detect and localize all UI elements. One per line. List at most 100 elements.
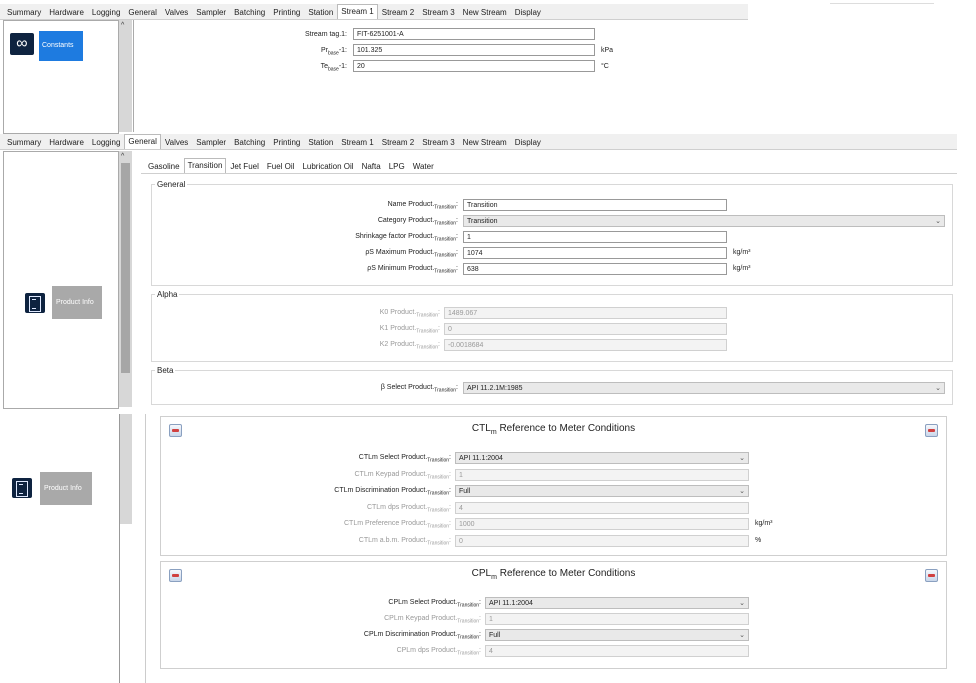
tab-station[interactable]: Station [304,5,337,19]
tab-logging[interactable]: Logging [88,135,124,149]
ctl-row-field[interactable]: Full ⌄ [455,485,749,497]
cpl-row-label-text: CPLm Select Product. [388,599,458,606]
tab-printing[interactable]: Printing [269,135,304,149]
tab-stream-3[interactable]: Stream 3 [418,5,458,19]
ctl-row-label-text: CTLm Select Product. [358,454,428,461]
product-chip-icon [12,478,32,498]
ctl-row-value: 0 [459,537,463,545]
top-content-divider [133,20,134,132]
ctl-row-label-sub: Transition [427,490,450,497]
general-row-field[interactable]: Transition ⌄ [463,215,945,227]
tab-printing[interactable]: Printing [269,5,304,19]
tab-lubrication-oil[interactable]: Lubrication Oil [298,159,357,173]
chevron-down-icon[interactable]: ⌄ [935,216,941,226]
general-row-field[interactable]: Transition [463,199,727,211]
tab-fuel-oil[interactable]: Fuel Oil [263,159,299,173]
tab-sampler[interactable]: Sampler [192,135,230,149]
tab-new-stream[interactable]: New Stream [459,5,511,19]
tab-batching[interactable]: Batching [230,5,269,19]
tab-new-stream[interactable]: New Stream [459,135,511,149]
alpha-row-label: K2 Product.Transition: [379,341,440,351]
general-row-field[interactable]: 638 [463,263,727,275]
te-base-input[interactable]: 20 [353,60,595,72]
tab-station[interactable]: Station [304,135,337,149]
tab-general[interactable]: General [124,134,161,149]
top-scrollbar[interactable]: ^ [119,20,132,132]
cpl-row-label-text: CPLm dps Product. [396,647,458,654]
middle-scrollbar[interactable]: ^ [119,151,132,407]
chevron-down-icon[interactable]: ⌄ [739,486,745,496]
ctl-row-field: 4 [455,501,749,514]
general-row-label: Shrinkage factor Product.Transition: [355,233,458,243]
ctl-row-value: 1 [459,471,463,479]
tab-transition[interactable]: Transition [183,158,227,173]
alpha-row-field: 0 [444,323,727,335]
tab-display[interactable]: Display [511,5,545,19]
middle-sidebar: Product Info [3,151,119,409]
te-base-unit: °C [601,63,609,70]
cpl-row-field[interactable]: API 11.1:2004 ⌄ [485,597,749,609]
alpha-row-label-sub: Transition [416,312,439,319]
product-info-button[interactable]: Product Info [52,286,102,319]
beta-row-field[interactable]: API 11.2.1M:1985 ⌄ [463,382,945,394]
alpha-row-value: 1489.067 [448,310,478,317]
product-info-button[interactable]: Product Info [40,472,92,505]
scroll-up-icon[interactable]: ^ [121,22,124,30]
ctl-row-field[interactable]: API 11.1:2004 ⌄ [455,452,749,464]
general-row-field[interactable]: 1 [463,231,727,243]
ctl-row-label-sub: Transition [427,506,450,513]
alpha-row-label: K0 Product.Transition: [379,309,440,319]
chevron-down-icon[interactable]: ⌄ [739,598,745,608]
tab-sampler[interactable]: Sampler [192,5,230,19]
tab-logging[interactable]: Logging [88,5,124,19]
tab-valves[interactable]: Valves [161,135,192,149]
ctl-row-label-sub: Transition [427,523,450,530]
cpl-row-value: Full [489,632,501,639]
tab-summary[interactable]: Summary [3,135,45,149]
tab-batching[interactable]: Batching [230,135,269,149]
tab-stream-1[interactable]: Stream 1 [337,4,378,19]
tab-stream-2[interactable]: Stream 2 [378,5,418,19]
expand-icon[interactable] [925,424,938,437]
cpl-row-label: CPLm dps Product.Transition: [396,647,481,657]
tab-gasoline[interactable]: Gasoline [144,159,184,173]
tab-general[interactable]: General [124,5,160,19]
tab-stream-1[interactable]: Stream 1 [337,135,377,149]
tab-nafta[interactable]: Nafta [358,159,385,173]
tab-valves[interactable]: Valves [161,5,192,19]
ctl-row-label-sub: Transition [427,473,450,480]
chevron-down-icon[interactable]: ⌄ [935,383,941,393]
expand-icon[interactable] [925,569,938,582]
ctl-row-value: API 11.1:2004 [459,455,503,462]
scroll-thumb[interactable] [121,163,130,373]
tab-stream-2[interactable]: Stream 2 [378,135,418,149]
general-row-field[interactable]: 1074 [463,247,727,259]
cpl-row-value: 1 [489,616,493,623]
pr-base-input[interactable]: 101.325 [353,44,595,56]
tab-summary[interactable]: Summary [3,5,45,19]
tab-stream-3[interactable]: Stream 3 [418,135,458,149]
tab-water[interactable]: Water [409,159,438,173]
product-chip-icon [25,293,45,313]
constants-button[interactable]: Constants [39,31,83,61]
tab-jet-fuel[interactable]: Jet Fuel [226,159,262,173]
tab-lpg[interactable]: LPG [385,159,409,173]
tab-hardware[interactable]: Hardware [45,5,88,19]
alpha-row-field: -0.0018684 [444,339,727,351]
alpha-group-title: Alpha [155,290,180,299]
cpl-row-field[interactable]: Full ⌄ [485,629,749,641]
general-row-label: Category Product.Transition: [377,217,458,227]
ctl-row-label: CTLm Keypad Product.Transition: [354,470,452,480]
tab-display[interactable]: Display [511,135,545,149]
general-row-value: 1 [467,234,471,241]
scroll-up-icon[interactable]: ^ [121,153,124,161]
general-row-label-sub: Transition [434,268,457,275]
bottom-scrollbar[interactable] [120,414,132,524]
alpha-row-label-text: K2 Product. [379,341,417,348]
chevron-down-icon[interactable]: ⌄ [739,630,745,640]
chevron-down-icon[interactable]: ⌄ [739,453,745,463]
tab-hardware[interactable]: Hardware [45,135,88,149]
beta-group-title: Beta [155,366,176,375]
stream-tag-input[interactable]: FIT-6251001-A [353,28,595,40]
ctl-row-label-sub: Transition [427,457,450,464]
